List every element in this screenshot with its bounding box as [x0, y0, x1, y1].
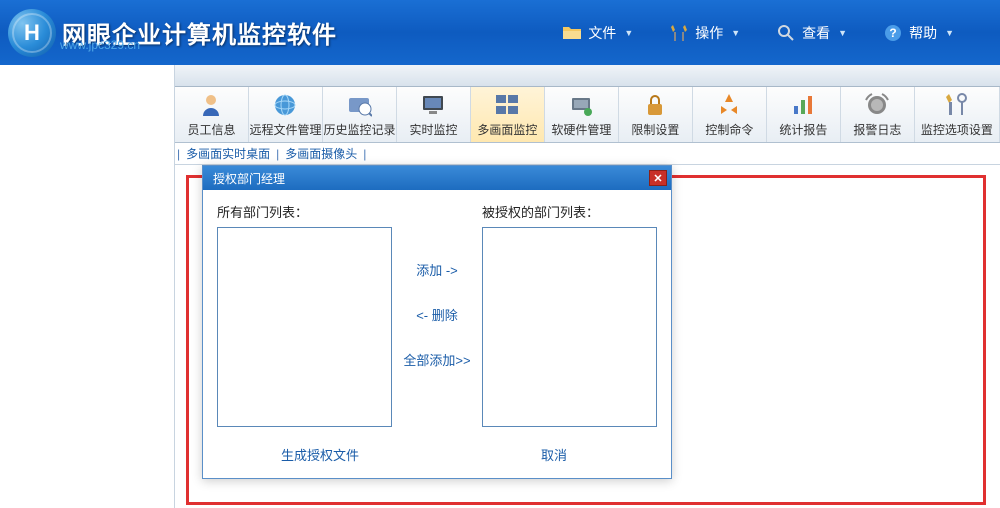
separator: | [276, 147, 279, 161]
chart-icon [789, 91, 817, 119]
menu-help[interactable]: ? 帮助 ▼ [875, 19, 962, 47]
globe-icon [271, 91, 299, 119]
tool-multiscreen[interactable]: 多画面监控 [471, 87, 545, 142]
tool-restrict[interactable]: 限制设置 [619, 87, 693, 142]
dialog-title-text: 授权部门经理 [213, 170, 285, 187]
authorize-dialog: 授权部门经理 ✕ 所有部门列表： 添加 -> <- 删除 全部添加>> 被授权的… [202, 165, 672, 479]
tool-settings[interactable]: 监控选项设置 [915, 87, 1000, 142]
tool-label: 远程文件管理 [249, 121, 321, 138]
tool-label: 员工信息 [187, 121, 235, 138]
add-all-button[interactable]: 全部添加>> [403, 350, 470, 369]
svg-text:?: ? [889, 26, 896, 40]
generate-button[interactable]: 生成授权文件 [203, 445, 437, 464]
authorized-depts-list[interactable] [482, 227, 657, 427]
header-menu: 文件 ▼ 操作 ▼ 查看 ▼ ? 帮助 ▼ [554, 19, 992, 47]
chevron-down-icon: ▼ [838, 28, 847, 38]
menu-file[interactable]: 文件 ▼ [554, 19, 641, 47]
chevron-down-icon: ▼ [945, 28, 954, 38]
dialog-body: 所有部门列表： 添加 -> <- 删除 全部添加>> 被授权的部门列表： [203, 190, 671, 435]
tool-label: 控制命令 [705, 121, 753, 138]
close-icon[interactable]: ✕ [649, 170, 667, 186]
menu-operate[interactable]: 操作 ▼ [661, 19, 748, 47]
left-column: 所有部门列表： [217, 202, 392, 427]
menu-label: 帮助 [909, 23, 937, 43]
app-logo-icon: H [8, 9, 56, 57]
tool-label: 历史监控记录 [323, 121, 395, 138]
transfer-buttons: 添加 -> <- 删除 全部添加>> [400, 202, 474, 427]
tool-label: 软硬件管理 [551, 121, 611, 138]
logo-area: H 网眼企业计算机监控软件 [8, 9, 337, 57]
tool-employee-info[interactable]: 员工信息 [175, 87, 249, 142]
subtab-camera[interactable]: 多画面摄像头 [281, 145, 361, 162]
help-icon: ? [883, 23, 903, 43]
monitor-icon [419, 91, 447, 119]
tool-reports[interactable]: 统计报告 [767, 87, 841, 142]
menu-label: 文件 [588, 23, 616, 43]
tool-commands[interactable]: 控制命令 [693, 87, 767, 142]
separator: | [177, 147, 180, 161]
alarm-icon [863, 91, 891, 119]
tools-icon [669, 23, 689, 43]
watermark-text: www.jpc329.cn [60, 38, 140, 52]
multiscreen-icon [493, 91, 521, 119]
app-header: H 网眼企业计算机监控软件 www.jpc329.cn 文件 ▼ 操作 ▼ 查看… [0, 0, 1000, 65]
tool-label: 统计报告 [779, 121, 827, 138]
subtab-desktop[interactable]: 多画面实时桌面 [182, 145, 274, 162]
tool-remote-files[interactable]: 远程文件管理 [249, 87, 323, 142]
authorized-depts-label: 被授权的部门列表： [482, 202, 657, 221]
chevron-down-icon: ▼ [731, 28, 740, 38]
tool-label: 监控选项设置 [921, 121, 993, 138]
lock-icon [641, 91, 669, 119]
remove-button[interactable]: <- 删除 [416, 305, 458, 324]
right-column: 被授权的部门列表： [482, 202, 657, 427]
tool-label: 多画面监控 [477, 121, 537, 138]
separator: | [363, 147, 366, 161]
command-icon [715, 91, 743, 119]
tool-realtime[interactable]: 实时监控 [397, 87, 471, 142]
dialog-titlebar[interactable]: 授权部门经理 ✕ [203, 166, 671, 190]
content-area: 授权部门经理 ✕ 所有部门列表： 添加 -> <- 删除 全部添加>> 被授权的… [0, 165, 1000, 508]
tool-label: 报警日志 [853, 121, 901, 138]
menu-view[interactable]: 查看 ▼ [768, 19, 855, 47]
settings-icon [943, 91, 971, 119]
user-icon [197, 91, 225, 119]
tool-alarm[interactable]: 报警日志 [841, 87, 915, 142]
hardware-icon [567, 91, 595, 119]
add-button[interactable]: 添加 -> [416, 260, 458, 279]
dialog-footer: 生成授权文件 取消 [203, 435, 671, 478]
menu-label: 查看 [802, 23, 830, 43]
menu-label: 操作 [695, 23, 723, 43]
tool-label: 限制设置 [631, 121, 679, 138]
all-depts-list[interactable] [217, 227, 392, 427]
tool-hardware[interactable]: 软硬件管理 [545, 87, 619, 142]
folder-icon [562, 23, 582, 43]
chevron-down-icon: ▼ [624, 28, 633, 38]
tool-history[interactable]: 历史监控记录 [323, 87, 397, 142]
tool-label: 实时监控 [409, 121, 457, 138]
all-depts-label: 所有部门列表： [217, 202, 392, 221]
cancel-button[interactable]: 取消 [437, 445, 671, 464]
history-icon [345, 91, 373, 119]
left-tree-panel [0, 65, 175, 508]
search-icon [776, 23, 796, 43]
